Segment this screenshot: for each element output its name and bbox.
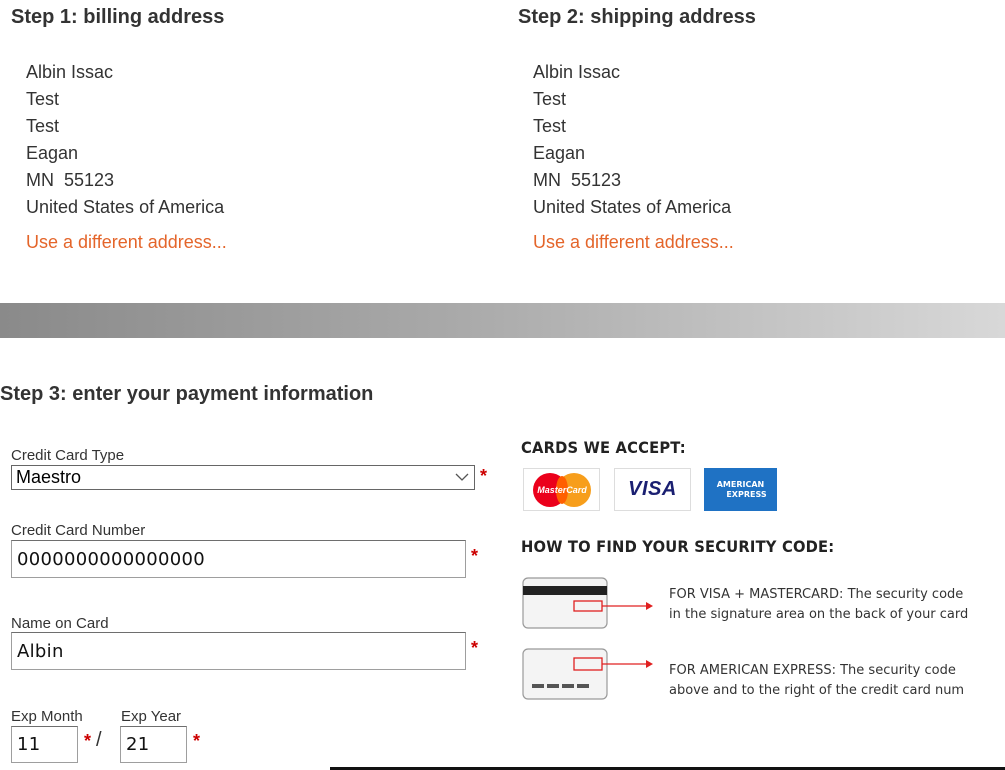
amex-text-line2: EXPRESS — [726, 489, 767, 499]
shipping-line1: Test — [533, 89, 567, 109]
card-number-input[interactable]: 0000000000000000 — [11, 540, 466, 578]
exp-month-label: Exp Month — [11, 708, 83, 725]
exp-year-input[interactable]: 21 — [120, 726, 187, 763]
mastercard-logo: MasterCard — [523, 468, 600, 511]
card-back-icon — [522, 577, 672, 636]
shipping-address: Albin Issac Test Test Eagan MN 55123 Uni… — [533, 59, 731, 221]
exp-year-required: * — [193, 731, 201, 751]
billing-state-zip: MN 55123 — [26, 170, 115, 190]
card-type-select[interactable]: Maestro — [11, 465, 475, 490]
security-code-heading: HOW TO FIND YOUR SECURITY CODE: — [521, 537, 835, 556]
visa-logo: VISA — [614, 468, 691, 511]
exp-year-label: Exp Year — [121, 708, 182, 725]
shipping-state-zip: MN 55123 — [533, 170, 622, 190]
name-on-card-label: Name on Card — [11, 615, 109, 632]
amex-logo: AMERICAN EXPRESS — [704, 468, 777, 511]
billing-heading: Step 1: billing address — [11, 6, 225, 28]
card-type-value: Maestro — [16, 467, 82, 487]
billing-change-address-link[interactable]: Use a different address... — [26, 232, 227, 253]
card-front-icon — [522, 648, 672, 707]
shipping-line2: Test — [533, 116, 567, 136]
billing-address: Albin Issac Test Test Eagan MN 55123 Uni… — [26, 59, 224, 221]
shipping-country: United States of America — [533, 197, 732, 217]
shipping-heading: Step 2: shipping address — [518, 6, 756, 28]
exp-year-value: 21 — [126, 734, 150, 755]
section-divider — [0, 303, 1005, 338]
card-type-required: * — [480, 466, 488, 486]
payment-heading: Step 3: enter your payment information — [0, 383, 374, 405]
security-amex-text: FOR AMERICAN EXPRESS: The security code … — [669, 661, 964, 701]
billing-name: Albin Issac — [26, 62, 114, 82]
card-number-value: 0000000000000000 — [17, 548, 206, 570]
billing-country: United States of America — [26, 197, 225, 217]
shipping-change-address-link[interactable]: Use a different address... — [533, 232, 734, 253]
mastercard-text: MasterCard — [537, 485, 587, 495]
card-type-label: Credit Card Type — [11, 447, 125, 464]
name-on-card-value: Albin — [17, 640, 64, 662]
billing-line2: Test — [26, 116, 60, 136]
billing-city: Eagan — [26, 143, 79, 163]
security-amex-line2: above and to the right of the credit car… — [669, 683, 965, 698]
security-amex-line1: FOR AMERICAN EXPRESS: The security code — [669, 663, 956, 678]
exp-separator: / — [96, 729, 102, 751]
shipping-name: Albin Issac — [533, 62, 621, 82]
chevron-down-icon — [454, 469, 470, 490]
card-number-label: Credit Card Number — [11, 522, 146, 539]
name-on-card-input[interactable]: Albin — [11, 632, 466, 670]
amex-text-line1: AMERICAN — [716, 479, 765, 489]
exp-month-required: * — [84, 731, 92, 751]
name-on-card-required: * — [471, 638, 479, 658]
security-visa-mc-line1: FOR VISA + MASTERCARD: The security code — [669, 587, 964, 602]
cards-accepted-heading: CARDS WE ACCEPT: — [521, 438, 686, 457]
shipping-city: Eagan — [533, 143, 586, 163]
billing-line1: Test — [26, 89, 60, 109]
exp-month-input[interactable]: 11 — [11, 726, 78, 763]
exp-month-value: 11 — [17, 734, 41, 755]
security-visa-mc-text: FOR VISA + MASTERCARD: The security code… — [669, 585, 968, 625]
security-visa-mc-line2: in the signature area on the back of you… — [669, 607, 969, 622]
visa-text: VISA — [628, 478, 677, 500]
card-number-required: * — [471, 546, 479, 566]
